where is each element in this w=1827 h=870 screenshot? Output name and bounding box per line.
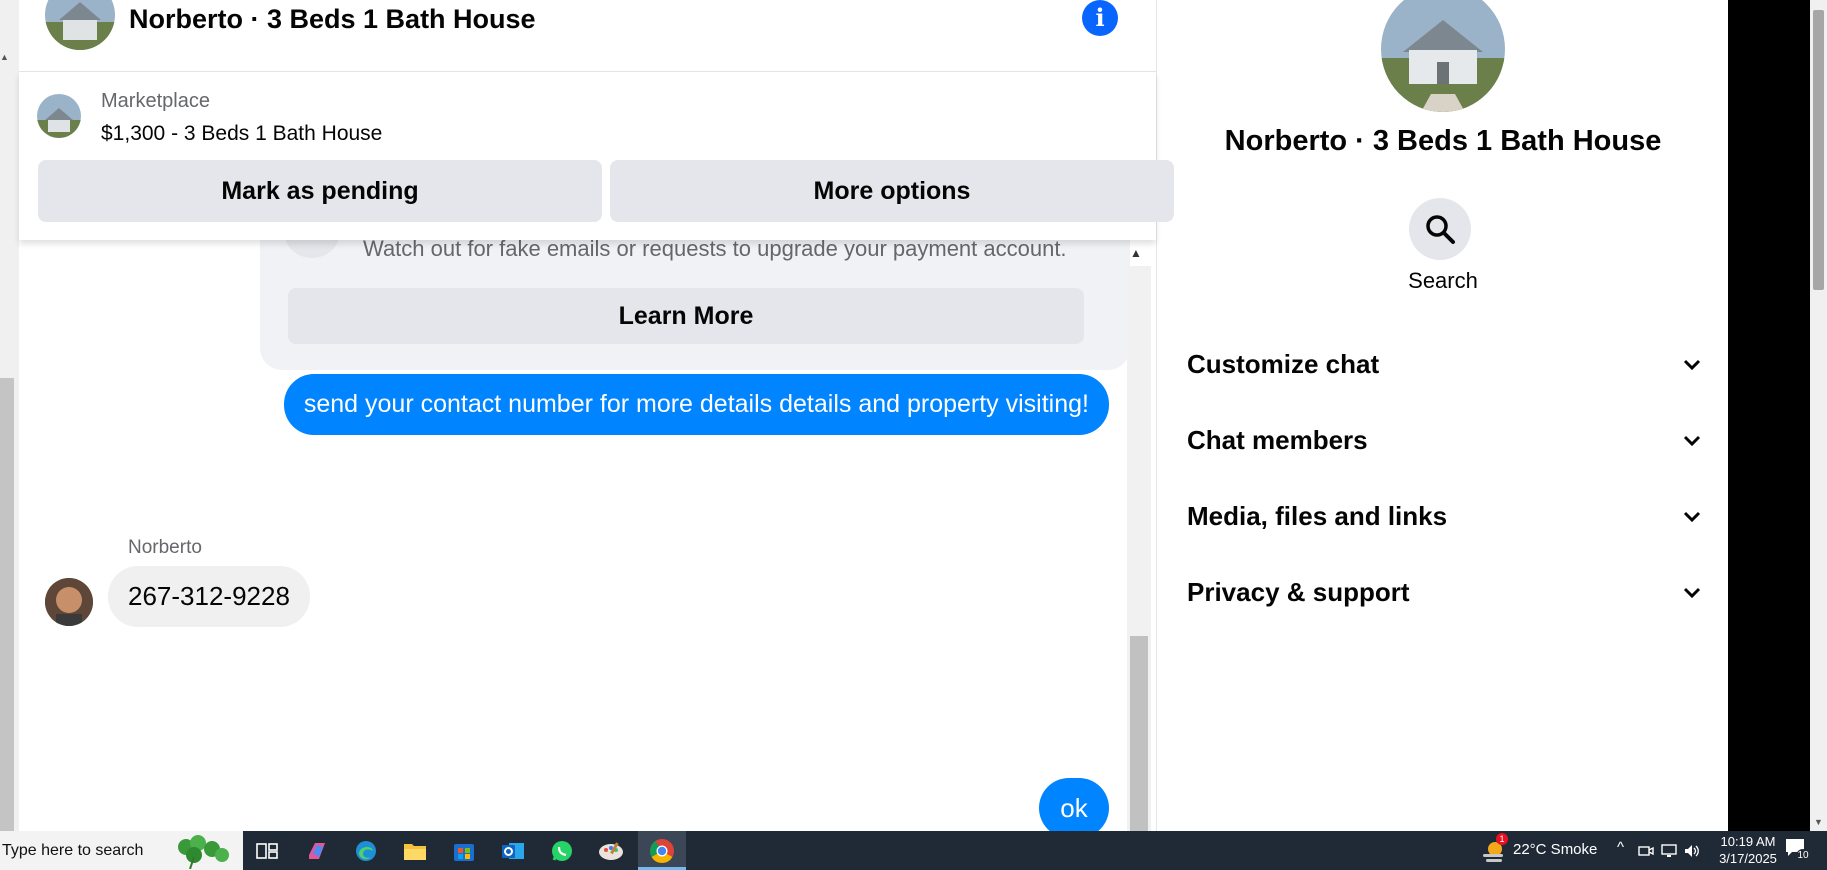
outgoing-message[interactable]: send your contact number for more detail… [283, 374, 1109, 435]
edge-icon[interactable] [352, 837, 380, 865]
notification-count: 10 [1796, 849, 1810, 863]
task-view-icon[interactable] [253, 837, 281, 865]
left-scrollbar-thumb[interactable] [0, 378, 14, 831]
listing-thumbnail[interactable] [45, 0, 115, 50]
search-icon [1426, 215, 1455, 244]
details-title: Norberto · 3 Beds 1 Bath House [1224, 125, 1662, 157]
more-options-button[interactable]: More options [610, 160, 1174, 222]
chat-title: Norberto · 3 Beds 1 Bath House [129, 4, 536, 34]
chevron-down-icon [1683, 587, 1701, 599]
marketplace-label: Marketplace [101, 90, 210, 112]
network-icon[interactable] [1659, 837, 1679, 865]
listing-price[interactable]: $1,300 - 3 Beds 1 Bath House [101, 122, 382, 146]
section-media-files-links[interactable]: Media, files and links [1187, 496, 1703, 536]
meet-now-icon[interactable] [1636, 837, 1656, 865]
chevron-down-icon [1683, 359, 1701, 371]
section-privacy-support[interactable]: Privacy & support [1187, 572, 1703, 612]
window-background [1728, 0, 1810, 831]
page-scrollbar-thumb[interactable] [1813, 10, 1824, 290]
sender-name: Norberto [128, 537, 202, 558]
chevron-up-icon[interactable]: ^ [1617, 839, 1624, 856]
weather-alert-badge: 1 [1496, 833, 1508, 845]
section-chat-members[interactable]: Chat members [1187, 420, 1703, 460]
clock-time: 10:19 AM [1720, 834, 1776, 849]
section-label: Chat members [1187, 424, 1368, 455]
chat-panel: Watch out for fake emails or requests to… [19, 0, 1174, 838]
copilot-icon[interactable] [303, 837, 331, 865]
search-button[interactable] [1409, 198, 1471, 260]
screen: ▲ Watch out for fake emails or requests … [0, 0, 1827, 870]
chat-scroll-up-icon[interactable]: ▲ [1130, 246, 1142, 260]
file-explorer-icon[interactable] [401, 837, 429, 865]
outlook-icon[interactable] [499, 837, 527, 865]
mark-as-pending-button[interactable]: Mark as pending [38, 160, 602, 222]
marketplace-card: Marketplace $1,300 - 3 Beds 1 Bath House… [19, 72, 1174, 240]
sender-avatar[interactable] [45, 578, 93, 626]
listing-photo[interactable] [1381, 0, 1505, 112]
microsoft-store-icon[interactable] [450, 837, 478, 865]
section-label: Media, files and links [1187, 500, 1448, 531]
weather-text[interactable]: 22°C Smoke [1513, 841, 1597, 858]
marketplace-thumbnail[interactable] [37, 94, 81, 138]
section-label: Privacy & support [1187, 576, 1410, 607]
taskbar: Type here to search 1 22°C Smoke ^ 10:19… [0, 831, 1827, 870]
incoming-message[interactable]: 267-312-9228 [108, 566, 310, 627]
shamrock-icon [178, 835, 229, 869]
whatsapp-icon[interactable] [548, 837, 576, 865]
chevron-down-icon [1683, 511, 1701, 523]
learn-more-button[interactable]: Learn More [288, 288, 1084, 344]
taskbar-search-placeholder: Type here to search [2, 841, 144, 859]
info-icon[interactable]: i [1082, 0, 1118, 36]
left-scrollbar[interactable]: ▲ [0, 0, 19, 831]
section-customize-chat[interactable]: Customize chat [1187, 344, 1703, 384]
taskbar-search[interactable]: Type here to search [0, 831, 243, 870]
chat-header: Norberto · 3 Beds 1 Bath House i [19, 0, 1156, 72]
page-scrollbar[interactable]: ▼ [1810, 0, 1827, 831]
system-clock[interactable]: 10:19 AM 3/17/2025 [1716, 833, 1780, 867]
volume-icon[interactable] [1682, 837, 1702, 865]
chat-scrollbar-thumb[interactable] [1130, 636, 1148, 831]
section-label: Customize chat [1187, 348, 1380, 379]
chrome-icon[interactable] [648, 837, 676, 865]
outgoing-message[interactable]: ok [1039, 778, 1109, 838]
chat-details-panel: Norberto · 3 Beds 1 Bath House Search Cu… [1156, 0, 1728, 831]
search-label: Search [1408, 268, 1478, 293]
scroll-up-arrow-icon[interactable]: ▲ [0, 52, 9, 62]
chat-scrollbar[interactable] [1127, 266, 1151, 831]
notification-center-icon[interactable]: 10 [1784, 837, 1814, 865]
scroll-down-arrow-icon[interactable]: ▼ [1814, 817, 1823, 827]
paint-icon[interactable] [597, 837, 625, 865]
weather-icon[interactable]: 1 [1480, 833, 1508, 865]
chevron-down-icon [1683, 435, 1701, 447]
clock-date: 3/17/2025 [1719, 851, 1777, 866]
